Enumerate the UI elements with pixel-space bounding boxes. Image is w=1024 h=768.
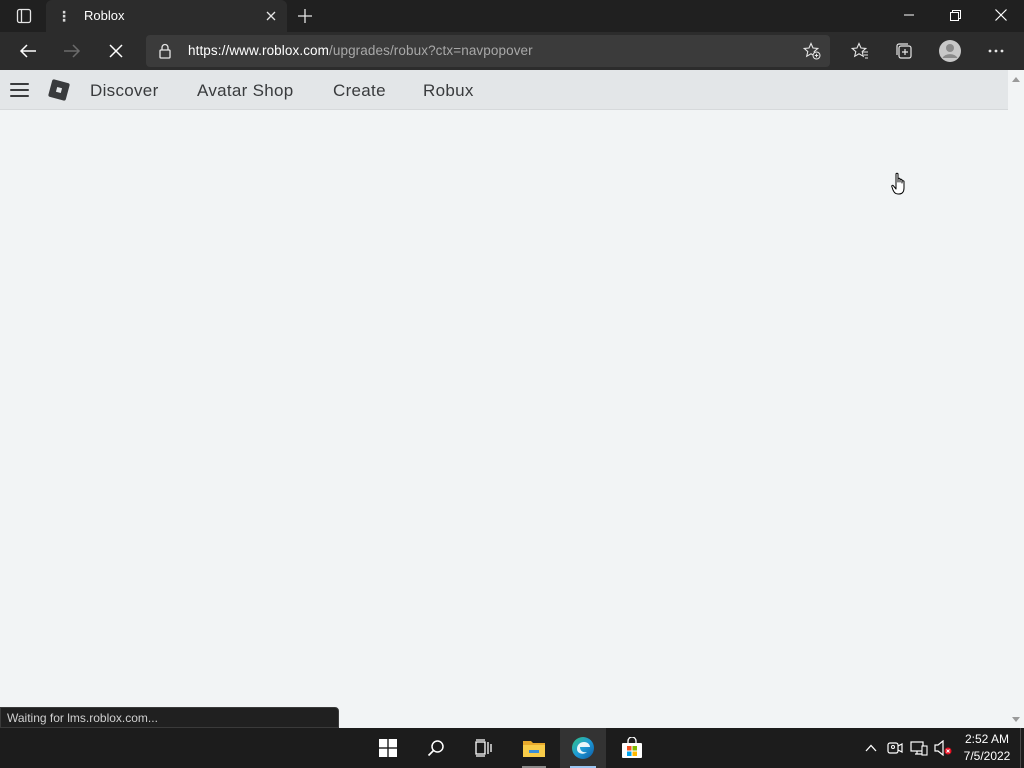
minimize-icon <box>904 14 914 16</box>
url-path: /upgrades/robux?ctx=navpopover <box>329 43 533 58</box>
avatar <box>939 40 961 62</box>
address-bar[interactable]: https://www.roblox.com/upgrades/robux?ct… <box>146 35 830 67</box>
nav-create[interactable]: Create <box>333 81 386 101</box>
show-desktop-button[interactable] <box>1020 728 1024 768</box>
roblox-loading-icon: ⋮ <box>57 7 71 24</box>
roblox-header: Discover Avatar Shop Create Robux <box>0 70 1008 110</box>
web-page: Discover Avatar Shop Create Robux <box>0 70 1008 728</box>
menu-line <box>10 89 29 91</box>
store-button[interactable] <box>609 728 655 768</box>
windows-start-icon <box>379 739 397 757</box>
scroll-down-arrow-icon[interactable] <box>1012 715 1020 723</box>
menu-line <box>10 83 29 85</box>
tab-actions-icon <box>16 8 32 24</box>
start-button[interactable] <box>365 728 411 768</box>
url-text[interactable]: https://www.roblox.com/upgrades/robux?ct… <box>188 43 533 58</box>
favorites-button[interactable] <box>844 36 876 66</box>
forward-button[interactable] <box>56 36 88 66</box>
task-view-button[interactable] <box>461 728 507 768</box>
clock-time: 2:52 AM <box>964 732 1010 746</box>
close-icon <box>995 9 1007 21</box>
restore-button[interactable] <box>932 0 978 30</box>
collections-icon <box>896 43 912 59</box>
more-icon <box>988 49 1004 53</box>
clock-date: 7/5/2022 <box>963 749 1011 763</box>
page-scrollbar[interactable] <box>1008 70 1024 728</box>
network-button[interactable] <box>909 738 929 758</box>
volume-muted-icon <box>934 740 952 756</box>
nav-discover[interactable]: Discover <box>90 81 159 101</box>
nav-robux[interactable]: Robux <box>423 81 474 101</box>
browser-title-bar: ⋮ Roblox <box>0 0 1024 32</box>
collections-button[interactable] <box>888 36 920 66</box>
favorites-icon <box>851 42 868 59</box>
menu-button[interactable] <box>10 82 30 98</box>
edge-icon <box>572 737 594 759</box>
close-window-button[interactable] <box>978 0 1024 30</box>
meet-now-button[interactable] <box>885 738 905 758</box>
add-favorite-button[interactable] <box>802 41 822 61</box>
meet-now-icon <box>887 742 903 754</box>
edge-taskbar-button[interactable] <box>560 728 606 768</box>
show-hidden-icons-button[interactable] <box>861 738 881 758</box>
new-tab-button[interactable] <box>292 4 318 28</box>
minimize-button[interactable] <box>886 0 932 30</box>
volume-button[interactable] <box>933 738 953 758</box>
tab-close-button[interactable] <box>263 8 279 24</box>
store-icon <box>622 737 642 758</box>
url-host: https://www.roblox.com <box>188 43 329 58</box>
back-button[interactable] <box>12 36 44 66</box>
menu-line <box>10 95 29 97</box>
arrow-left-icon <box>19 44 36 58</box>
profile-button[interactable] <box>934 36 966 66</box>
system-clock[interactable]: 2:52 AM 7/5/2022 <box>958 731 1016 765</box>
restore-icon <box>949 9 961 21</box>
arrow-right-icon <box>64 44 81 58</box>
tab-actions-button[interactable] <box>8 5 40 27</box>
plus-icon <box>298 9 312 23</box>
close-icon <box>109 44 123 58</box>
network-icon <box>910 741 928 756</box>
task-view-icon <box>475 739 492 757</box>
taskbar-search-button[interactable] <box>413 728 459 768</box>
browser-status-bar: Waiting for lms.roblox.com... <box>0 707 339 728</box>
scroll-up-arrow-icon[interactable] <box>1012 76 1020 84</box>
star-add-icon <box>803 42 821 60</box>
nav-avatar-shop[interactable]: Avatar Shop <box>197 81 294 101</box>
tab-title: Roblox <box>84 8 125 23</box>
browser-toolbar: https://www.roblox.com/upgrades/robux?ct… <box>0 32 1024 70</box>
browser-tab-roblox[interactable]: ⋮ Roblox <box>46 0 287 32</box>
lock-icon[interactable] <box>158 43 172 59</box>
close-icon <box>266 11 276 21</box>
file-explorer-icon <box>523 741 545 757</box>
search-icon <box>427 740 444 757</box>
file-explorer-button[interactable] <box>511 728 557 768</box>
chevron-up-icon <box>865 744 877 752</box>
windows-taskbar: 2:52 AM 7/5/2022 <box>0 728 1024 768</box>
hand-cursor-icon <box>891 172 905 195</box>
roblox-logo-icon[interactable] <box>48 79 70 101</box>
settings-more-button[interactable] <box>980 36 1012 66</box>
status-text: Waiting for lms.roblox.com... <box>7 711 158 725</box>
stop-loading-button[interactable] <box>100 36 132 66</box>
